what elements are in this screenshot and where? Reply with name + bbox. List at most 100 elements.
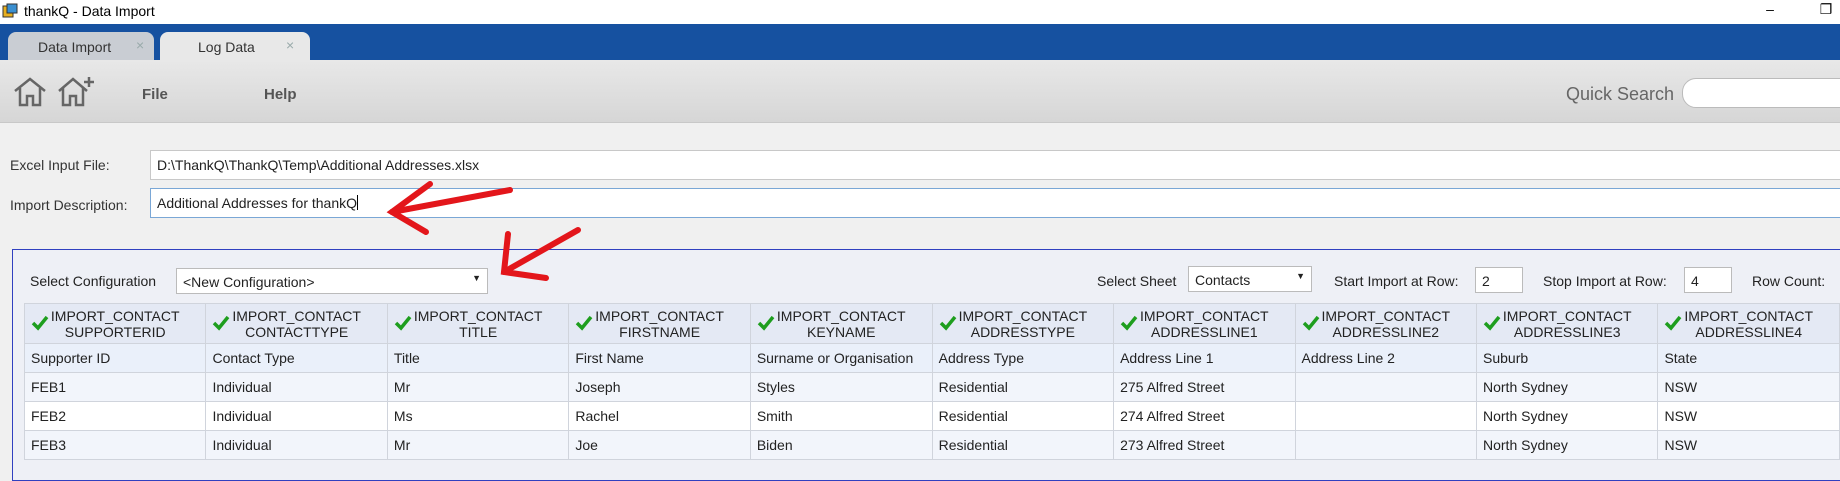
table-cell[interactable]: Rachel	[568, 401, 751, 431]
mapping-column-name: KEYNAME	[806, 323, 876, 340]
table-cell[interactable]: NSW	[1657, 372, 1840, 402]
table-cell[interactable]: Mr	[386, 430, 570, 460]
column-header-cell[interactable]: Contact Type	[205, 343, 388, 373]
table-cell[interactable]: Biden	[749, 430, 933, 460]
stop-row-input[interactable]: 4	[1684, 267, 1732, 293]
window-title: thankQ - Data Import	[24, 3, 155, 19]
mapping-header-cell[interactable]: IMPORT_CONTACT ADDRESSLINE4	[1657, 303, 1840, 344]
check-icon	[1302, 315, 1319, 331]
mapping-column-name: SUPPORTERID	[64, 323, 166, 340]
table-cell[interactable]: Residential	[931, 430, 1115, 460]
select-configuration-value: <New Configuration>	[183, 274, 315, 290]
table-row[interactable]: FEB2 Individual Ms Rachel Smith Residential 27…	[23, 401, 1840, 431]
column-header-cell[interactable]: Title	[386, 343, 570, 373]
quick-search-input[interactable]	[1682, 78, 1840, 108]
mapping-column-name: CONTACTTYPE	[245, 323, 349, 340]
mapping-table-name: IMPORT_CONTACT	[413, 307, 543, 324]
home-add-icon[interactable]	[56, 76, 96, 108]
mapping-header-cell[interactable]: IMPORT_CONTACT ADDRESSLINE1	[1113, 303, 1296, 344]
tab-log-data[interactable]: Log Data ×	[160, 32, 310, 60]
tab-close-icon[interactable]: ×	[286, 37, 294, 53]
import-description-field[interactable]: Additional Addresses for thankQ	[150, 188, 1840, 218]
mapping-header-cell[interactable]: IMPORT_CONTACT ADDRESSLINE2	[1294, 303, 1478, 344]
menu-file[interactable]: File	[142, 86, 168, 103]
table-cell[interactable]: FEB2	[23, 401, 207, 431]
column-header-cell[interactable]: Address Line 1	[1113, 343, 1296, 373]
check-icon	[213, 315, 230, 331]
table-cell[interactable]: Smith	[749, 401, 933, 431]
table-cell[interactable]: North Sydney	[1475, 430, 1659, 460]
column-header-cell[interactable]: Address Line 2	[1294, 343, 1478, 373]
menu-help[interactable]: Help	[264, 86, 297, 103]
mapping-header-cell[interactable]: IMPORT_CONTACT TITLE	[386, 303, 570, 344]
mapping-header-cell[interactable]: IMPORT_CONTACT KEYNAME	[749, 303, 933, 344]
mapping-header-cell[interactable]: IMPORT_CONTACT FIRSTNAME	[568, 303, 751, 344]
table-cell[interactable]: NSW	[1657, 430, 1840, 460]
mapping-header-cell[interactable]: IMPORT_CONTACT ADDRESSLINE3	[1475, 303, 1659, 344]
check-icon	[1120, 315, 1138, 331]
mapping-table-name: IMPORT_CONTACT	[1321, 307, 1451, 324]
tab-close-icon[interactable]: ×	[136, 37, 144, 53]
column-header-cell[interactable]: Supporter ID	[23, 343, 207, 373]
column-header-row: Supporter ID Contact Type Title First Name S…	[23, 343, 1840, 373]
minimize-button[interactable]: –	[1758, 1, 1782, 17]
table-cell[interactable]: Individual	[205, 401, 388, 431]
table-cell[interactable]: Individual	[205, 372, 388, 402]
table-cell[interactable]: FEB1	[23, 372, 207, 402]
restore-button[interactable]: ❐	[1814, 1, 1838, 18]
column-header-cell[interactable]: State	[1657, 343, 1840, 373]
table-cell[interactable]	[1294, 372, 1478, 402]
home-icon[interactable]	[12, 76, 48, 108]
table-cell[interactable]	[1294, 401, 1478, 431]
table-cell[interactable]: Styles	[749, 372, 933, 402]
check-icon	[394, 315, 412, 331]
import-description-value: Additional Addresses for thankQ	[157, 195, 358, 211]
check-icon	[939, 315, 956, 331]
mapping-header-cell[interactable]: IMPORT_CONTACT ADDRESSTYPE	[931, 303, 1115, 344]
excel-input-label: Excel Input File:	[10, 157, 110, 173]
check-icon	[1665, 315, 1682, 331]
table-cell[interactable]: FEB3	[23, 430, 207, 460]
row-count-label: Row Count:	[1752, 273, 1826, 289]
check-icon	[757, 315, 775, 331]
tab-label: Data Import	[38, 39, 112, 55]
table-cell[interactable]: Mr	[386, 372, 570, 402]
window-titlebar: thankQ - Data Import – ❐	[0, 0, 1840, 24]
chevron-down-icon: ▼	[1296, 271, 1305, 281]
mapping-table-name: IMPORT_CONTACT	[595, 307, 724, 324]
table-cell[interactable]: 275 Alfred Street	[1113, 372, 1296, 402]
mapping-column-name: ADDRESSLINE1	[1151, 323, 1258, 340]
select-configuration-label: Select Configuration	[30, 273, 157, 289]
mapping-header-cell[interactable]: IMPORT_CONTACT SUPPORTERID	[23, 303, 207, 344]
table-cell[interactable]	[1294, 430, 1478, 460]
excel-input-field[interactable]: D:\ThankQ\ThankQ\Temp\Additional Address…	[150, 150, 1840, 180]
select-sheet-dropdown[interactable]: Contacts ▼	[1188, 266, 1312, 292]
column-header-cell[interactable]: Address Type	[931, 343, 1115, 373]
start-row-label: Start Import at Row:	[1334, 273, 1459, 289]
select-sheet-value: Contacts	[1195, 272, 1251, 288]
mapping-column-name: ADDRESSTYPE	[970, 323, 1075, 340]
table-cell[interactable]: Residential	[931, 401, 1115, 431]
column-header-cell[interactable]: Suburb	[1475, 343, 1659, 373]
mapping-header-cell[interactable]: IMPORT_CONTACT CONTACTTYPE	[205, 303, 388, 344]
select-configuration-dropdown[interactable]: <New Configuration> ▼	[176, 268, 488, 294]
column-header-cell[interactable]: Surname or Organisation	[749, 343, 933, 373]
mapping-table-name: IMPORT_CONTACT	[232, 307, 361, 324]
check-icon	[31, 315, 49, 331]
table-row[interactable]: FEB3 Individual Mr Joe Biden Residential 273 A…	[23, 430, 1840, 460]
mapping-table-name: IMPORT_CONTACT	[1140, 307, 1269, 324]
table-cell[interactable]: North Sydney	[1475, 372, 1659, 402]
table-cell[interactable]: Residential	[931, 372, 1115, 402]
table-cell[interactable]: Individual	[205, 430, 388, 460]
table-cell[interactable]: Joe	[568, 430, 751, 460]
table-cell[interactable]: 274 Alfred Street	[1113, 401, 1296, 431]
tab-data-import[interactable]: Data Import ×	[8, 32, 154, 60]
table-cell[interactable]: Ms	[386, 401, 570, 431]
table-cell[interactable]: NSW	[1657, 401, 1840, 431]
column-header-cell[interactable]: First Name	[568, 343, 751, 373]
table-row[interactable]: FEB1 Individual Mr Joseph Styles Residential 2…	[23, 372, 1840, 402]
table-cell[interactable]: North Sydney	[1475, 401, 1659, 431]
start-row-input[interactable]: 2	[1475, 267, 1523, 293]
table-cell[interactable]: Joseph	[568, 372, 751, 402]
table-cell[interactable]: 273 Alfred Street	[1113, 430, 1296, 460]
